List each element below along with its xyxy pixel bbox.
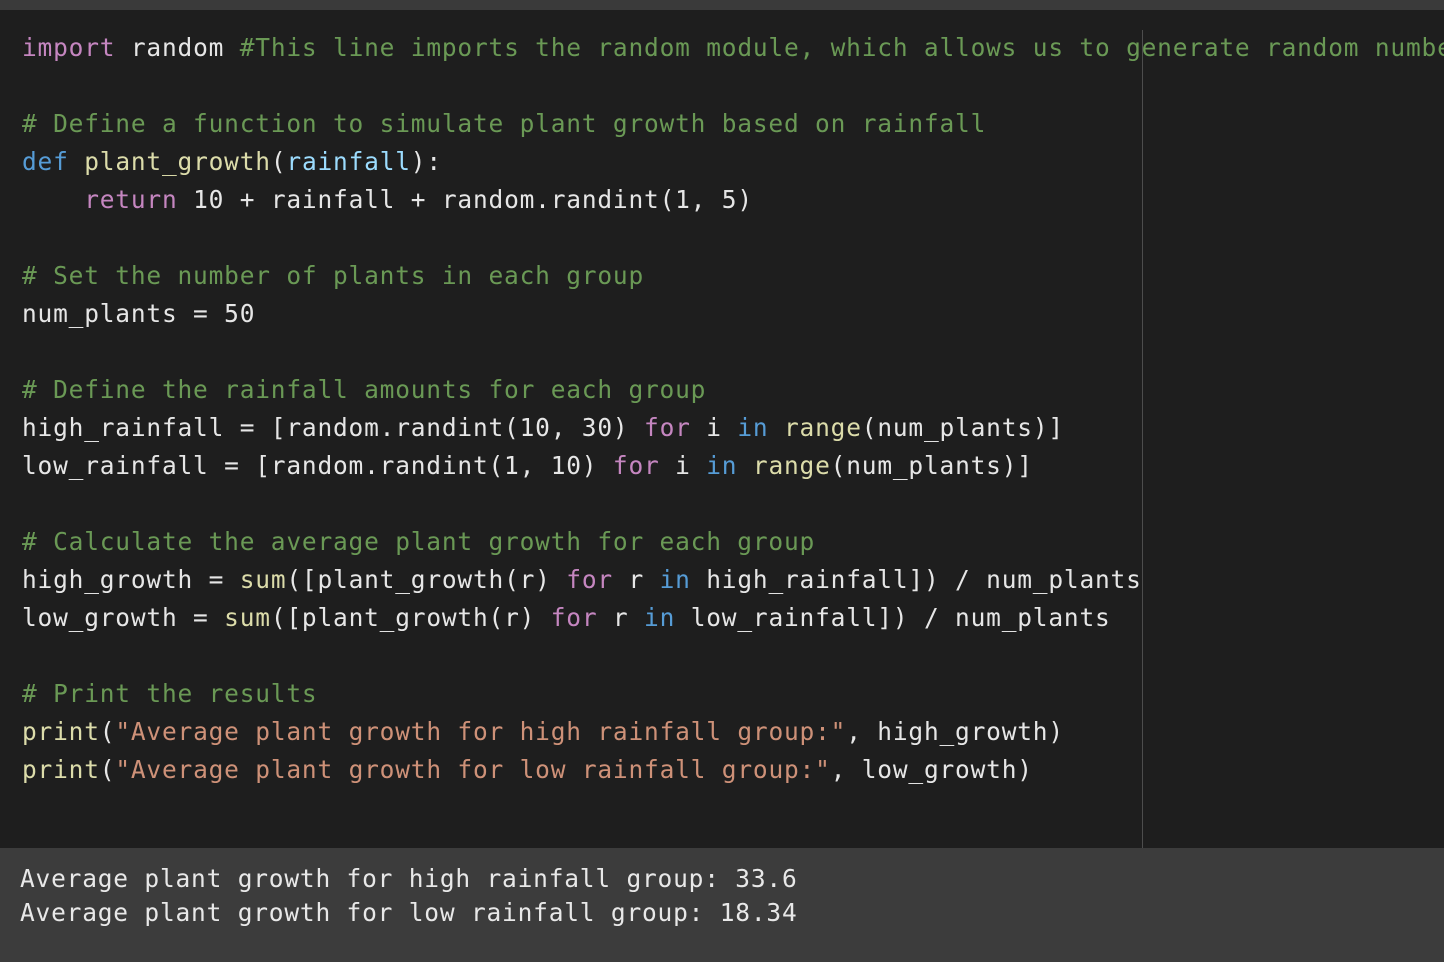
code-token: ( (99, 717, 116, 746)
code-token: # Calculate the average plant growth for… (22, 527, 816, 556)
code-line: return 10 + rainfall + random.randint(1,… (22, 181, 1444, 219)
code-token: in (644, 603, 676, 632)
code-token: sum (224, 603, 271, 632)
code-line: high_rainfall = [random.randint(10, 30) … (22, 409, 1444, 447)
code-token: ([plant_growth(r) (286, 565, 567, 594)
code-token: import (22, 33, 116, 62)
code-token: plant_growth (84, 147, 271, 176)
code-line: num_plants = 50 (22, 295, 1444, 333)
code-token: # Set the number of plants in each group (22, 261, 645, 290)
code-token: for (644, 413, 691, 442)
code-token: low_rainfall]) / num_plants (675, 603, 1111, 632)
code-token: for (566, 565, 613, 594)
code-token: def (22, 147, 69, 176)
code-token: , high_growth) (846, 717, 1064, 746)
top-bar (0, 0, 1444, 10)
code-token: high_growth = (22, 565, 240, 594)
code-token: (num_plants)] (861, 413, 1064, 442)
code-token: in (737, 413, 769, 442)
code-token: ( (99, 755, 116, 784)
code-line: def plant_growth(rainfall): (22, 143, 1444, 181)
code-line: # Calculate the average plant growth for… (22, 523, 1444, 561)
code-token: # Define a function to simulate plant gr… (22, 109, 987, 138)
code-line: # Define a function to simulate plant gr… (22, 105, 1444, 143)
code-token: print (22, 717, 100, 746)
code-token: range (784, 413, 862, 442)
code-token: in (659, 565, 691, 594)
code-token: for (612, 451, 660, 480)
code-token: rainfall (286, 147, 411, 176)
code-line: import random #This line imports the ran… (22, 29, 1444, 67)
code-lines: import random #This line imports the ran… (22, 29, 1444, 789)
code-token: in (706, 451, 738, 480)
code-token: 10 + rainfall + random.randint(1, 5) (177, 185, 753, 214)
code-line: print("Average plant growth for low rain… (22, 751, 1444, 789)
code-line: high_growth = sum([plant_growth(r) for r… (22, 561, 1444, 599)
code-line: # Set the number of plants in each group (22, 257, 1444, 295)
output-lines: Average plant growth for high rainfall g… (20, 862, 798, 930)
code-line: low_growth = sum([plant_growth(r) for r … (22, 599, 1444, 637)
output-line: Average plant growth for high rainfall g… (20, 864, 798, 893)
code-token: print (22, 755, 100, 784)
code-token: , low_growth) (830, 755, 1033, 784)
code-token: #This line imports the random module, wh… (239, 33, 1444, 62)
code-token: r (597, 603, 645, 632)
code-token: r (612, 565, 660, 594)
code-token: ( (270, 147, 287, 176)
code-line: low_rainfall = [random.randint(1, 10) fo… (22, 447, 1444, 485)
code-token: low_rainfall = [random.randint(1, 10) (22, 451, 613, 480)
code-line: # Print the results (22, 675, 1444, 713)
code-token: # Print the results (22, 679, 318, 708)
code-token: "Average plant growth for low rainfall g… (115, 755, 831, 784)
code-token: "Average plant growth for high rainfall … (115, 717, 847, 746)
code-line: print("Average plant growth for high rai… (22, 713, 1444, 751)
code-token: i (690, 413, 738, 442)
output-panel: Average plant growth for high rainfall g… (0, 848, 1444, 962)
code-token: range (752, 451, 831, 480)
code-token: # Define the rainfall amounts for each g… (22, 375, 707, 404)
code-token: low_growth = (22, 603, 225, 632)
code-line: # Define the rainfall amounts for each g… (22, 371, 1444, 409)
output-line: Average plant growth for low rainfall gr… (20, 898, 798, 927)
code-token: high_rainfall = [random.randint(10, 30) (22, 413, 645, 442)
code-token: high_rainfall]) / num_plants (690, 565, 1142, 594)
code-editor[interactable]: import random #This line imports the ran… (0, 10, 1444, 848)
code-token: ): (410, 147, 442, 176)
code-token: return (84, 185, 178, 214)
code-token: i (659, 451, 707, 480)
code-token: for (550, 603, 598, 632)
code-token: (num_plants)] (830, 451, 1033, 480)
code-token: sum (239, 565, 287, 594)
code-token: num_plants = 50 (22, 299, 256, 328)
code-token: ([plant_growth(r) (270, 603, 551, 632)
code-token: random (115, 33, 240, 62)
notebook-window: import random #This line imports the ran… (0, 0, 1444, 962)
